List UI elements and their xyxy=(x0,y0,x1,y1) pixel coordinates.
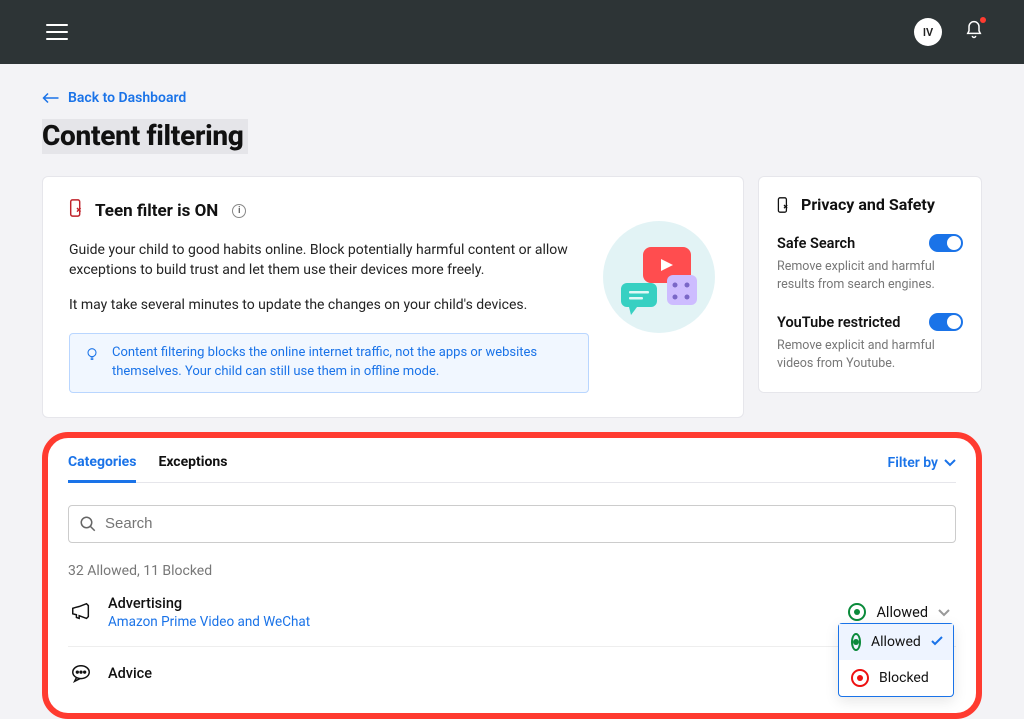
filter-by-button[interactable]: Filter by xyxy=(888,455,956,481)
teen-filter-card: Teen filter is ON i Guide your child to … xyxy=(42,176,744,418)
status-allowed-icon xyxy=(851,633,861,651)
info-alert-text: Content filtering blocks the online inte… xyxy=(112,344,574,382)
category-title: Advice xyxy=(108,665,956,682)
teen-filter-description-2: It may take several minutes to update th… xyxy=(69,295,569,315)
youtube-restricted-label: YouTube restricted xyxy=(777,314,900,331)
filter-device-icon xyxy=(69,199,85,222)
search-input[interactable] xyxy=(105,515,945,532)
privacy-device-icon xyxy=(777,197,791,213)
avatar[interactable]: IV xyxy=(914,18,942,46)
dropdown-option-allowed[interactable]: Allowed xyxy=(839,624,953,660)
lightbulb-icon xyxy=(84,346,100,362)
info-alert: Content filtering blocks the online inte… xyxy=(69,333,589,393)
teen-filter-description-1: Guide your child to good habits online. … xyxy=(69,240,569,281)
back-link-label: Back to Dashboard xyxy=(68,90,186,106)
info-tooltip-button[interactable]: i xyxy=(232,204,246,218)
search-box[interactable] xyxy=(68,505,956,543)
notifications-button[interactable] xyxy=(964,19,984,45)
tab-categories[interactable]: Categories xyxy=(68,454,136,483)
search-icon xyxy=(79,515,97,533)
hamburger-menu-button[interactable] xyxy=(46,24,68,40)
check-icon xyxy=(931,634,943,650)
status-dropdown: Allowed Blocked xyxy=(838,623,954,697)
allowed-blocked-counts: 32 Allowed, 11 Blocked xyxy=(68,563,956,579)
categories-panel: Categories Exceptions Filter by 32 Allow… xyxy=(42,432,982,719)
teen-filter-title: Teen filter is ON xyxy=(95,201,218,221)
category-status-label: Allowed xyxy=(876,604,928,621)
youtube-restricted-toggle[interactable] xyxy=(929,313,963,331)
megaphone-icon xyxy=(68,601,94,623)
avatar-initials: IV xyxy=(923,26,933,39)
category-sublink[interactable]: Amazon Prime Video and WeChat xyxy=(108,614,834,630)
notification-dot-icon xyxy=(980,17,986,23)
privacy-heading: Privacy and Safety xyxy=(801,195,935,214)
youtube-restricted-description: Remove explicit and harmful videos from … xyxy=(777,337,963,372)
safe-search-description: Remove explicit and harmful results from… xyxy=(777,258,963,293)
topbar: IV xyxy=(0,0,1024,64)
chevron-down-icon xyxy=(938,604,950,621)
chevron-down-icon xyxy=(944,459,956,467)
page-title: Content filtering xyxy=(42,119,982,154)
privacy-safety-card: Privacy and Safety Safe Search Remove ex… xyxy=(758,176,982,393)
status-allowed-icon xyxy=(848,603,866,621)
category-row-advertising: Advertising Amazon Prime Video and WeCha… xyxy=(68,579,956,647)
safe-search-toggle[interactable] xyxy=(929,234,963,252)
dropdown-option-blocked[interactable]: Blocked xyxy=(839,660,953,696)
category-title: Advertising xyxy=(108,595,834,612)
filter-by-label: Filter by xyxy=(888,455,938,471)
dropdown-option-label: Allowed xyxy=(871,634,921,650)
arrow-left-icon xyxy=(42,91,60,105)
back-to-dashboard-link[interactable]: Back to Dashboard xyxy=(42,90,186,106)
speech-bubble-icon xyxy=(68,663,94,685)
tab-exceptions[interactable]: Exceptions xyxy=(158,454,227,482)
category-row-advice: Advice xyxy=(68,647,956,701)
dropdown-option-label: Blocked xyxy=(879,670,929,686)
category-status-selector[interactable]: Allowed xyxy=(848,603,956,621)
safe-search-label: Safe Search xyxy=(777,235,855,252)
status-blocked-icon xyxy=(851,669,869,687)
illustration-icon xyxy=(599,217,719,341)
